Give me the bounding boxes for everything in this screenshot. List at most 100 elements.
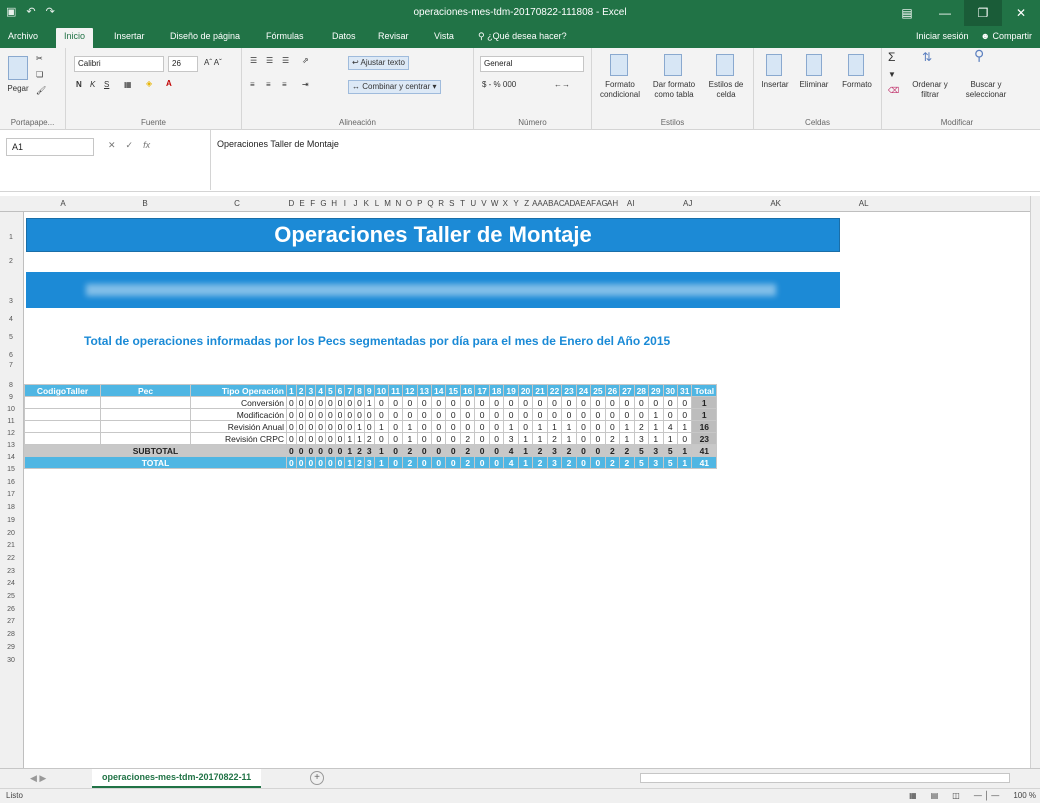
operation-type-cell[interactable]: Revisión CRPC bbox=[190, 432, 287, 445]
subtotal-row-label[interactable]: SUBTOTAL bbox=[24, 444, 287, 457]
column-heading[interactable]: Total bbox=[691, 384, 718, 397]
day-count-cell[interactable]: 0 bbox=[373, 408, 390, 421]
column-header[interactable]: I bbox=[340, 199, 351, 208]
column-header[interactable]: AL bbox=[820, 199, 908, 208]
day-count-cell[interactable]: 0 bbox=[324, 456, 336, 469]
font-color-icon[interactable]: A bbox=[166, 79, 172, 89]
pec-cell[interactable] bbox=[100, 420, 191, 433]
column-header[interactable]: C bbox=[188, 199, 286, 208]
day-count-cell[interactable]: 1 bbox=[344, 432, 356, 445]
day-count-cell[interactable]: 0 bbox=[517, 408, 534, 421]
row-header[interactable]: 4 bbox=[0, 316, 22, 323]
day-count-cell[interactable]: 0 bbox=[459, 396, 476, 409]
column-header[interactable]: U bbox=[468, 199, 479, 208]
bold-button[interactable]: N bbox=[76, 80, 82, 90]
column-header[interactable]: L bbox=[372, 199, 383, 208]
day-count-cell[interactable]: 0 bbox=[676, 408, 693, 421]
tab-revisar[interactable]: Revisar bbox=[378, 31, 409, 41]
column-header[interactable]: AD bbox=[564, 199, 575, 208]
conditional-format-button[interactable]: Formato condicional bbox=[596, 80, 644, 100]
day-count-cell[interactable]: 0 bbox=[354, 396, 365, 409]
day-count-cell[interactable]: 0 bbox=[416, 432, 433, 445]
column-header[interactable]: V bbox=[479, 199, 490, 208]
pec-cell[interactable] bbox=[100, 396, 191, 409]
day-count-cell[interactable]: 1 bbox=[619, 420, 635, 433]
column-header[interactable]: AI bbox=[618, 199, 644, 208]
day-count-cell[interactable]: 0 bbox=[590, 396, 606, 409]
day-count-cell[interactable]: 0 bbox=[315, 444, 326, 457]
day-count-cell[interactable]: 1 bbox=[676, 420, 693, 433]
day-count-cell[interactable]: 0 bbox=[676, 396, 693, 409]
day-count-cell[interactable]: 0 bbox=[575, 444, 592, 457]
day-count-cell[interactable]: 1 bbox=[402, 432, 418, 445]
column-header[interactable]: O bbox=[404, 199, 415, 208]
merge-center-button[interactable]: ↔ Combinar y centrar ▾ bbox=[348, 80, 441, 94]
day-count-cell[interactable]: 0 bbox=[305, 396, 317, 409]
day-count-cell[interactable]: 2 bbox=[561, 456, 577, 469]
share-button[interactable]: ☻ Compartir bbox=[981, 31, 1033, 41]
row-header[interactable]: 9 bbox=[0, 394, 22, 401]
day-count-cell[interactable]: 0 bbox=[430, 420, 447, 433]
day-count-cell[interactable]: 0 bbox=[445, 432, 461, 445]
day-count-cell[interactable]: 2 bbox=[619, 444, 635, 457]
row-header[interactable]: 6 bbox=[0, 352, 22, 359]
vertical-scrollbar[interactable] bbox=[1030, 196, 1040, 768]
day-count-cell[interactable]: 0 bbox=[416, 408, 433, 421]
column-header[interactable]: T bbox=[457, 199, 468, 208]
cell-styles-button[interactable]: Estilos de celda bbox=[702, 80, 750, 100]
column-header[interactable]: AB bbox=[543, 199, 554, 208]
number-symbols[interactable]: $ - % 000 bbox=[482, 80, 516, 90]
day-count-cell[interactable]: 0 bbox=[590, 432, 606, 445]
column-heading[interactable]: 2 bbox=[295, 384, 307, 397]
day-count-cell[interactable]: 0 bbox=[517, 420, 534, 433]
tab-datos[interactable]: Datos bbox=[332, 31, 356, 41]
align-top-icon[interactable]: ☰ bbox=[250, 56, 257, 66]
zoom-level[interactable]: 100 % bbox=[1013, 791, 1036, 800]
day-count-cell[interactable]: 2 bbox=[604, 456, 621, 469]
day-count-cell[interactable]: 0 bbox=[305, 420, 317, 433]
italic-button[interactable]: K bbox=[90, 80, 95, 90]
subtotal-row-total[interactable]: 41 bbox=[691, 444, 718, 457]
day-count-cell[interactable]: 0 bbox=[373, 396, 390, 409]
column-header[interactable]: Q bbox=[425, 199, 436, 208]
row-total-cell[interactable]: 1 bbox=[691, 396, 718, 409]
day-count-cell[interactable]: 5 bbox=[633, 456, 650, 469]
day-count-cell[interactable]: 0 bbox=[676, 432, 693, 445]
day-count-cell[interactable]: 0 bbox=[295, 444, 307, 457]
operation-type-cell[interactable]: Modificación bbox=[190, 408, 287, 421]
day-count-cell[interactable]: 1 bbox=[363, 396, 375, 409]
pec-cell[interactable] bbox=[100, 408, 191, 421]
tab-diseno[interactable]: Diseño de página bbox=[170, 31, 240, 41]
font-size-input[interactable]: 26 bbox=[168, 56, 198, 72]
add-sheet-icon[interactable]: + bbox=[310, 771, 324, 785]
day-count-cell[interactable]: 2 bbox=[604, 444, 621, 457]
day-count-cell[interactable]: 2 bbox=[619, 456, 635, 469]
column-header[interactable]: AF bbox=[586, 199, 597, 208]
fill-color-icon[interactable]: ◈ bbox=[146, 79, 152, 89]
day-count-cell[interactable]: 0 bbox=[416, 444, 433, 457]
day-count-cell[interactable]: 0 bbox=[388, 456, 404, 469]
column-heading[interactable]: 21 bbox=[532, 384, 548, 397]
day-count-cell[interactable]: 0 bbox=[445, 396, 461, 409]
day-count-cell[interactable]: 0 bbox=[324, 432, 336, 445]
day-count-cell[interactable]: 0 bbox=[590, 456, 606, 469]
row-header[interactable]: 20 bbox=[0, 530, 22, 537]
day-count-cell[interactable]: 2 bbox=[459, 432, 476, 445]
column-heading[interactable]: 16 bbox=[459, 384, 476, 397]
format-table-button[interactable]: Dar formato como tabla bbox=[648, 80, 700, 100]
column-header[interactable]: E bbox=[297, 199, 308, 208]
day-count-cell[interactable]: 0 bbox=[662, 408, 679, 421]
row-header[interactable]: 25 bbox=[0, 593, 22, 600]
day-count-cell[interactable]: 1 bbox=[546, 420, 563, 433]
row-header[interactable]: 30 bbox=[0, 657, 22, 664]
row-header[interactable]: 22 bbox=[0, 555, 22, 562]
day-count-cell[interactable]: 1 bbox=[561, 432, 577, 445]
column-header[interactable]: Y bbox=[511, 199, 522, 208]
day-count-cell[interactable]: 4 bbox=[503, 456, 519, 469]
normal-view-icon[interactable]: ▦ bbox=[909, 791, 917, 800]
sheet-title[interactable]: Operaciones Taller de Montaje bbox=[26, 218, 840, 252]
day-count-cell[interactable]: 0 bbox=[488, 444, 505, 457]
day-count-cell[interactable]: 0 bbox=[532, 396, 548, 409]
day-count-cell[interactable]: 1 bbox=[532, 432, 548, 445]
day-count-cell[interactable]: 2 bbox=[354, 456, 365, 469]
